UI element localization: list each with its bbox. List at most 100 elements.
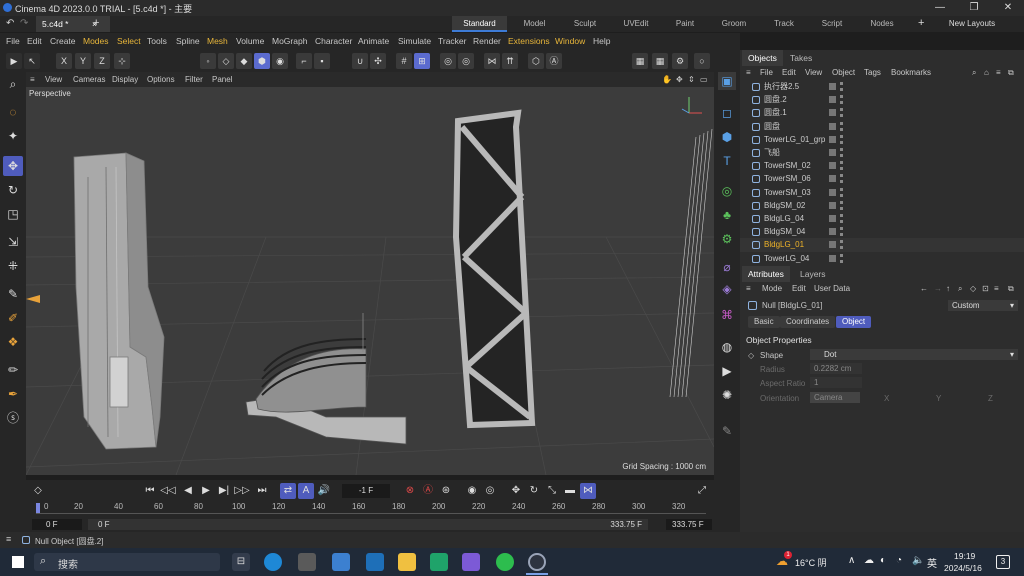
cube-icon[interactable]: ⬢ bbox=[718, 128, 736, 146]
viewport-menu-panel[interactable]: Panel bbox=[212, 72, 232, 87]
object-row[interactable]: TowerLG_04 bbox=[740, 252, 1024, 265]
motion-clip-icon[interactable]: ◉ bbox=[464, 483, 480, 499]
layout-track[interactable]: Track bbox=[762, 16, 806, 32]
app-green-icon[interactable] bbox=[430, 553, 448, 571]
filter-icon[interactable]: ≡ bbox=[996, 68, 1001, 77]
layout-nodes[interactable]: Nodes bbox=[859, 16, 905, 32]
objects-menu-edit[interactable]: Edit bbox=[782, 68, 796, 77]
visibility-check[interactable] bbox=[829, 254, 836, 262]
menu-mograph[interactable]: MoGraph bbox=[272, 33, 307, 50]
menu-extensions[interactable]: Extensions bbox=[508, 33, 550, 50]
object-row[interactable]: 飞船 bbox=[740, 146, 1024, 159]
edge-browser-icon[interactable] bbox=[264, 553, 282, 571]
redo-icon[interactable]: ↷ bbox=[20, 18, 28, 29]
selection-tool-icon[interactable]: ◌ bbox=[3, 102, 23, 122]
objects-menu-bookmarks[interactable]: Bookmarks bbox=[891, 68, 931, 77]
viewport-solo-icon[interactable]: ▪ bbox=[314, 53, 330, 69]
objects-manager-icon[interactable]: ▣ bbox=[718, 72, 736, 90]
menu-simulate[interactable]: Simulate bbox=[398, 33, 431, 50]
3d-viewport[interactable]: Perspective Grid Spacing : 1000 cm bbox=[26, 87, 714, 475]
home-icon[interactable]: ⌂ bbox=[984, 68, 989, 77]
param-key-icon[interactable]: ▬ bbox=[562, 483, 578, 499]
menu-help[interactable]: Help bbox=[593, 33, 610, 50]
new-window-icon[interactable]: ⧉ bbox=[1008, 284, 1014, 294]
workplane-icon[interactable]: ⊞ bbox=[414, 53, 430, 69]
visibility-dots[interactable] bbox=[840, 108, 843, 118]
polygons-mode-icon[interactable]: ◆ bbox=[236, 53, 252, 69]
tab-objects[interactable]: Objects bbox=[742, 50, 783, 66]
menu-tools[interactable]: Tools bbox=[147, 33, 167, 50]
generator-icon[interactable]: ◎ bbox=[718, 182, 736, 200]
transform-tool-icon[interactable]: ⇲ bbox=[3, 232, 23, 252]
render-settings-icon[interactable]: ⚙ bbox=[672, 53, 688, 69]
object-row[interactable]: BldgSM_02 bbox=[740, 199, 1024, 212]
chevron-up-icon[interactable]: ∧ bbox=[848, 555, 855, 566]
orientation-z-button[interactable]: Z bbox=[988, 394, 993, 403]
menu-edit[interactable]: Edit bbox=[27, 33, 42, 50]
layout-standard[interactable]: Standard bbox=[452, 16, 507, 32]
range-slider[interactable]: 0 F 333.75 F bbox=[88, 519, 648, 530]
visibility-dots[interactable] bbox=[840, 148, 843, 157]
viewport-menu-view[interactable]: View bbox=[45, 72, 62, 87]
axis-y-lock-button[interactable]: Y bbox=[75, 53, 91, 69]
maximize-button[interactable]: ❐ bbox=[962, 2, 986, 13]
field-icon[interactable]: ◈ bbox=[718, 280, 736, 298]
brush-icon[interactable]: ✏ bbox=[3, 360, 23, 380]
texture-mode-icon[interactable]: ◉ bbox=[272, 53, 288, 69]
wechat-icon[interactable] bbox=[496, 553, 514, 571]
tracer-icon[interactable]: ⌘ bbox=[718, 306, 736, 324]
new-window-icon[interactable]: ⧉ bbox=[1008, 68, 1014, 78]
input-method-label[interactable]: 英 bbox=[927, 555, 937, 570]
tab-layers[interactable]: Layers bbox=[794, 266, 832, 282]
enable-axis-icon[interactable]: ⌐ bbox=[296, 53, 312, 69]
menu-create[interactable]: Create bbox=[50, 33, 76, 50]
visibility-check[interactable] bbox=[829, 228, 836, 236]
mail-icon[interactable] bbox=[366, 553, 384, 571]
object-row[interactable]: 圆盘 bbox=[740, 120, 1024, 133]
viewport-menu-filter[interactable]: Filter bbox=[185, 72, 203, 87]
menu-mesh[interactable]: Mesh bbox=[207, 33, 228, 50]
keyframe-selection-icon[interactable]: ⊛ bbox=[438, 483, 454, 499]
visibility-check[interactable] bbox=[829, 149, 836, 156]
previous-key-icon[interactable]: ◁◁ bbox=[160, 483, 176, 499]
pen-spline-icon[interactable]: ✎ bbox=[3, 284, 23, 304]
object-row[interactable]: BldgSM_04 bbox=[740, 225, 1024, 238]
axis-x-lock-button[interactable]: X bbox=[56, 53, 72, 69]
forward-arrow-icon[interactable]: → bbox=[934, 284, 942, 293]
menu-volume[interactable]: Volume bbox=[236, 33, 264, 50]
visibility-dots[interactable] bbox=[840, 95, 843, 105]
next-key-icon[interactable]: ▷▷ bbox=[234, 483, 250, 499]
filter-icon[interactable]: ≡ bbox=[994, 284, 999, 293]
environment-icon[interactable]: ◍ bbox=[718, 338, 736, 356]
playhead[interactable] bbox=[36, 503, 40, 513]
objects-menu-icon[interactable]: ≡ bbox=[746, 68, 751, 77]
menu-select[interactable]: Select bbox=[117, 33, 141, 50]
cloud-icon[interactable]: ○ bbox=[694, 53, 710, 69]
aspect-ratio-field[interactable]: 1 bbox=[810, 377, 862, 388]
search-icon[interactable]: ⌕ bbox=[972, 68, 976, 78]
visibility-check[interactable] bbox=[829, 135, 836, 143]
object-row[interactable]: TowerSM_06 bbox=[740, 172, 1024, 185]
timeline-window-icon[interactable]: ⤢ bbox=[694, 483, 710, 499]
minimize-button[interactable]: — bbox=[928, 2, 952, 13]
orientation-y-button[interactable]: Y bbox=[936, 394, 941, 403]
orientation-camera-button[interactable]: Camera bbox=[810, 392, 860, 403]
menu-spline[interactable]: Spline bbox=[176, 33, 200, 50]
back-arrow-icon[interactable]: ← bbox=[920, 284, 928, 293]
tab-attributes[interactable]: Attributes bbox=[742, 266, 790, 282]
spline-mix-icon[interactable]: ❖ bbox=[3, 332, 23, 352]
symmetry-icon[interactable]: ⋈ bbox=[484, 53, 500, 69]
menu-file[interactable]: File bbox=[6, 33, 20, 50]
start-frame-field[interactable]: 0 F bbox=[32, 519, 82, 530]
fur-icon[interactable]: ⇈ bbox=[502, 53, 518, 69]
object-row[interactable]: 圆盘.2 bbox=[740, 93, 1024, 106]
smear-tool-icon[interactable]: ⓢ bbox=[3, 408, 23, 428]
scale-tool-icon[interactable]: ◳ bbox=[3, 204, 23, 224]
shape-dropdown[interactable]: Dot ▾ bbox=[810, 349, 1018, 360]
zoom-view-icon[interactable]: ⇕ bbox=[688, 72, 695, 87]
bookmark-icon[interactable]: ◇ bbox=[970, 284, 976, 293]
file-explorer-alt-icon[interactable] bbox=[298, 553, 316, 571]
attributes-menu-mode[interactable]: Mode bbox=[762, 284, 782, 293]
rotation-key-icon[interactable]: ↻ bbox=[526, 483, 542, 499]
taskbar-search-box[interactable]: ⌕ 搜索 bbox=[34, 553, 220, 571]
